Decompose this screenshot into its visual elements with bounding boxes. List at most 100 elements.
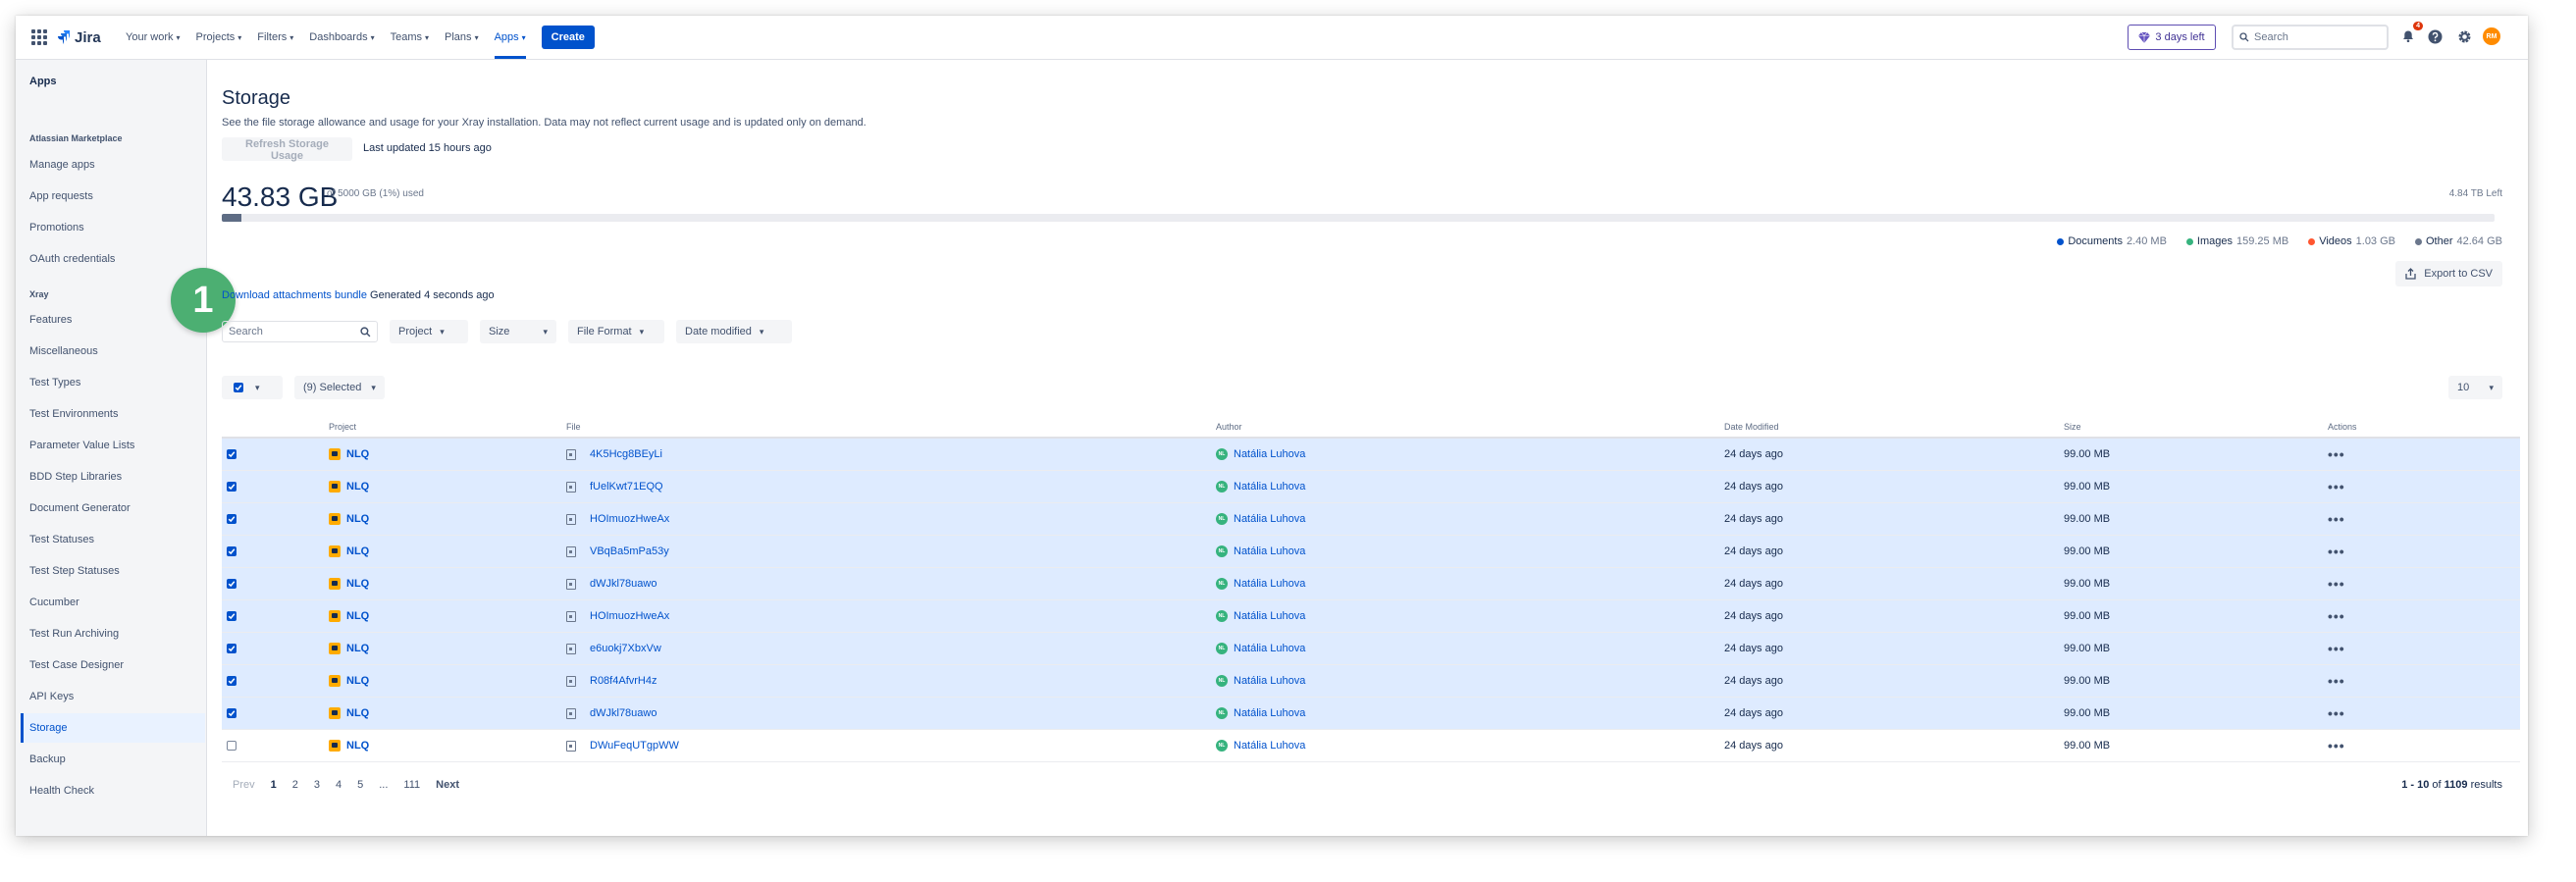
sidebar-item-app-requests[interactable]: App requests [29,190,93,202]
nav-teams[interactable]: Teams ▾ [391,16,429,59]
sidebar-item-cucumber[interactable]: Cucumber [29,597,79,608]
author-link[interactable]: Natália Luhova [1234,545,1305,557]
nav-dashboards[interactable]: Dashboards ▾ [309,16,374,59]
column-header-project[interactable]: Project [329,422,356,432]
trial-days-left-button[interactable]: 3 days left [2128,25,2216,50]
sidebar-item-test-types[interactable]: Test Types [29,377,80,389]
file-format-filter-dropdown[interactable]: File Format ▾ [568,320,664,343]
row-actions-button[interactable]: ••• [2328,698,2345,729]
nav-filters[interactable]: Filters ▾ [257,16,293,59]
sidebar-item-bdd-step-libraries[interactable]: BDD Step Libraries [29,471,122,483]
sidebar-item-test-run-archiving[interactable]: Test Run Archiving [29,628,119,640]
author-link[interactable]: Natália Luhova [1234,481,1305,493]
sidebar-item-document-generator[interactable]: Document Generator [29,502,131,514]
row-actions-button[interactable]: ••• [2328,665,2345,697]
row-checkbox[interactable] [227,741,237,751]
pagination-page-5[interactable]: 5 [357,779,363,791]
create-button[interactable]: Create [541,26,595,49]
table-row[interactable]: NLQ 4K5Hcg8BEyLi NL Natália Luhova 24 days a… [222,439,2520,471]
table-row[interactable]: NLQ DWuFeqUTgpWW NL Natália Luhova 24 days a… [222,730,2520,762]
pagination-page-4[interactable]: 4 [336,779,342,791]
row-actions-button[interactable]: ••• [2328,600,2345,632]
pagination-page-2[interactable]: 2 [292,779,298,791]
nav-plans[interactable]: Plans ▾ [445,16,479,59]
sidebar-item-parameter-value-lists[interactable]: Parameter Value Lists [29,440,134,451]
row-checkbox[interactable] [227,644,237,653]
sidebar-item-promotions[interactable]: Promotions [29,222,84,233]
table-row[interactable]: NLQ dWJkl78uawo NL Natália Luhova 24 days ag… [222,568,2520,600]
table-row[interactable]: NLQ HOImuozHweAx NL Natália Luhova 24 days a… [222,503,2520,536]
project-filter-dropdown[interactable]: Project ▾ [390,320,468,343]
author-link[interactable]: Natália Luhova [1234,610,1305,622]
row-checkbox[interactable] [227,546,237,556]
nav-projects[interactable]: Projects ▾ [196,16,242,59]
table-row[interactable]: NLQ e6uokj7XbxVw NL Natália Luhova 24 days a… [222,633,2520,665]
column-header-size[interactable]: Size [2064,422,2081,432]
project-link[interactable]: NLQ [346,643,369,654]
pagination-prev[interactable]: Prev [233,779,255,791]
row-actions-button[interactable]: ••• [2328,439,2345,470]
project-link[interactable]: NLQ [346,448,369,460]
row-checkbox[interactable] [227,579,237,589]
refresh-storage-usage-button[interactable]: Refresh Storage Usage [222,137,352,162]
select-all-checkbox[interactable] [234,383,243,392]
row-checkbox[interactable] [227,449,237,459]
file-link[interactable]: HOImuozHweAx [590,513,669,525]
download-attachments-link[interactable]: Download attachments bundle [222,289,367,301]
page-size-select[interactable]: 10 ▾ [2448,376,2502,399]
sidebar-item-test-environments[interactable]: Test Environments [29,408,118,420]
author-link[interactable]: Natália Luhova [1234,513,1305,525]
file-link[interactable]: fUelKwt71EQQ [590,481,663,493]
selected-actions-dropdown[interactable]: (9) Selected ▾ [294,376,385,399]
sidebar-item-oauth-credentials[interactable]: OAuth credentials [29,253,115,265]
row-actions-button[interactable]: ••• [2328,568,2345,599]
author-link[interactable]: Natália Luhova [1234,675,1305,687]
row-checkbox[interactable] [227,514,237,524]
date-modified-filter-dropdown[interactable]: Date modified ▾ [676,320,792,343]
author-link[interactable]: Natália Luhova [1234,707,1305,719]
file-link[interactable]: 4K5Hcg8BEyLi [590,448,662,460]
sidebar-item-miscellaneous[interactable]: Miscellaneous [29,345,98,357]
pagination-next[interactable]: Next [436,779,459,791]
project-link[interactable]: NLQ [346,578,369,590]
jira-logo[interactable]: Jira [57,26,101,48]
project-link[interactable]: NLQ [346,675,369,687]
sidebar-item-api-keys[interactable]: API Keys [29,691,74,702]
file-link[interactable]: DWuFeqUTgpWW [590,740,679,752]
column-header-date-modified[interactable]: Date Modified [1724,422,1779,432]
settings-button[interactable] [2454,26,2474,46]
row-actions-button[interactable]: ••• [2328,471,2345,502]
sidebar-item-features[interactable]: Features [29,314,72,326]
sidebar-item-backup[interactable]: Backup [29,753,66,765]
file-link[interactable]: dWJkl78uawo [590,578,657,590]
row-actions-button[interactable]: ••• [2328,730,2345,761]
table-row[interactable]: NLQ fUelKwt71EQQ NL Natália Luhova 24 days a… [222,471,2520,503]
file-link[interactable]: HOImuozHweAx [590,610,669,622]
sidebar-item-test-statuses[interactable]: Test Statuses [29,534,94,545]
file-link[interactable]: R08f4AfvrH4z [590,675,657,687]
file-link[interactable]: dWJkl78uawo [590,707,657,719]
notifications-button[interactable]: 4 [2398,22,2423,46]
author-link[interactable]: Natália Luhova [1234,740,1305,752]
sidebar-item-test-case-designer[interactable]: Test Case Designer [29,659,124,671]
table-row[interactable]: NLQ dWJkl78uawo NL Natália Luhova 24 days ag… [222,698,2520,730]
project-link[interactable]: NLQ [346,610,369,622]
select-all-dropdown[interactable]: ▾ [222,376,283,399]
author-link[interactable]: Natália Luhova [1234,448,1305,460]
project-link[interactable]: NLQ [346,513,369,525]
table-row[interactable]: NLQ R08f4AfvrH4z NL Natália Luhova 24 days a… [222,665,2520,698]
size-filter-dropdown[interactable]: Size ▾ [480,320,556,343]
pagination-page-3[interactable]: 3 [314,779,320,791]
nav-your-work[interactable]: Your work ▾ [126,16,181,59]
row-checkbox[interactable] [227,482,237,492]
row-actions-button[interactable]: ••• [2328,633,2345,664]
export-csv-button[interactable]: Export to CSV [2395,261,2502,286]
column-header-author[interactable]: Author [1216,422,1242,432]
pagination-page-111[interactable]: 111 [403,779,420,791]
project-link[interactable]: NLQ [346,740,369,752]
help-button[interactable] [2425,26,2445,46]
sidebar-item-health-check[interactable]: Health Check [29,785,94,797]
project-link[interactable]: NLQ [346,545,369,557]
table-row[interactable]: NLQ HOImuozHweAx NL Natália Luhova 24 days a… [222,600,2520,633]
nav-apps[interactable]: Apps ▾ [494,16,526,59]
